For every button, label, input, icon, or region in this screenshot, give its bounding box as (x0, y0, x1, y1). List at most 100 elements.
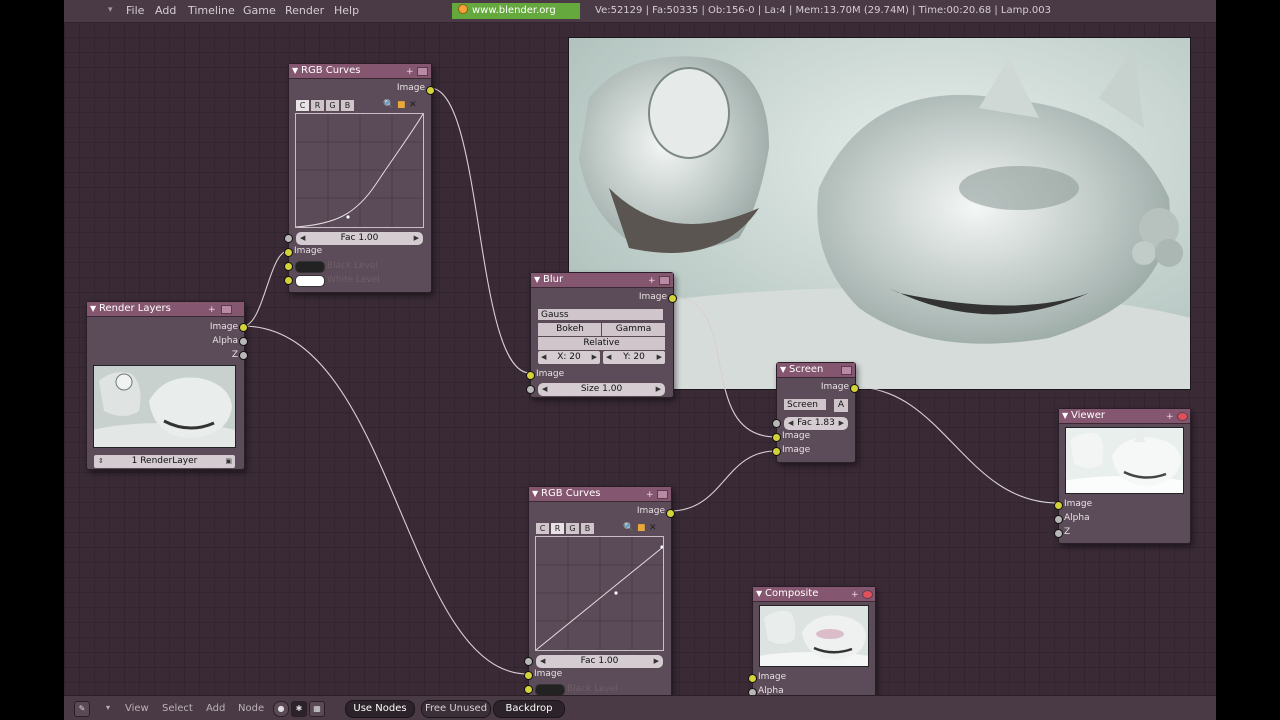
node-options-icon[interactable] (659, 276, 670, 285)
texture-nodes-icon[interactable]: ▦ (309, 701, 325, 717)
fac-slider[interactable]: ◀ Fac 1.00 ▶ (295, 231, 424, 246)
node-header[interactable]: ▼ Blur + (531, 273, 673, 288)
fac-slider[interactable]: ◀ Fac 1.83 ▶ (783, 416, 849, 431)
output-alpha-socket[interactable] (239, 337, 248, 346)
reset-curve-icon[interactable]: ✕ (649, 523, 657, 533)
active-viewer-icon[interactable] (1177, 412, 1188, 421)
node-header[interactable]: ▼ Composite + (753, 587, 875, 602)
node-options-icon[interactable] (841, 366, 852, 375)
collapse-triangle-icon[interactable]: ▼ (532, 487, 538, 501)
black-level-socket[interactable] (284, 262, 293, 271)
output-image-socket[interactable] (239, 323, 248, 332)
fac-socket[interactable] (524, 657, 533, 666)
node-header[interactable]: ▼ Viewer + (1059, 409, 1190, 424)
collapse-triangle-icon[interactable]: ▼ (292, 64, 298, 78)
preview-toggle-icon[interactable]: + (648, 274, 656, 288)
input-alpha-socket[interactable] (1054, 515, 1063, 524)
node-header[interactable]: ▼ RGB Curves + (529, 487, 671, 502)
size-slider[interactable]: ◀ Size 1.00 ▶ (537, 382, 666, 397)
channel-g-button[interactable]: G (565, 522, 580, 535)
blur-x-field[interactable]: ◀ X: 20 ▶ (537, 350, 601, 365)
preview-toggle-icon[interactable]: + (1166, 410, 1174, 424)
reset-curve-icon[interactable]: ✕ (409, 100, 417, 110)
node-header[interactable]: ▼ Render Layers + (87, 302, 244, 317)
zoom-icon[interactable]: 🔍 (623, 523, 634, 533)
fac-socket[interactable] (772, 419, 781, 428)
channel-b-button[interactable]: B (340, 99, 355, 112)
curve-editor[interactable] (535, 536, 664, 651)
input-image-2-socket[interactable] (772, 447, 781, 456)
node-options-icon[interactable] (417, 67, 428, 76)
filter-type-dropdown[interactable]: Gauss (537, 308, 664, 321)
channel-c-button[interactable]: C (535, 522, 550, 535)
output-image-socket[interactable] (850, 384, 859, 393)
node-rgb-curves-2[interactable]: ▼ RGB Curves + Image C R G B 🔍 ■ ✕ ◀ Fac… (524, 486, 675, 697)
node-viewer[interactable]: ▼ Viewer + Image Alpha Z (1054, 408, 1191, 544)
editor-type-icon[interactable]: ✎ (74, 701, 90, 717)
menu-view[interactable]: View (125, 703, 149, 714)
preview-toggle-icon[interactable]: + (851, 588, 859, 602)
channel-r-button[interactable]: R (310, 99, 325, 112)
blend-mode-dropdown[interactable]: Screen (783, 398, 827, 411)
menu-add[interactable]: Add (206, 703, 225, 714)
menu-node[interactable]: Node (238, 703, 264, 714)
zoom-icon[interactable]: 🔍 (383, 100, 394, 110)
input-image-socket[interactable] (524, 671, 533, 680)
fac-socket[interactable] (284, 234, 293, 243)
preview-toggle-icon[interactable]: + (406, 65, 414, 79)
node-composite[interactable]: ▼ Composite + Image Alpha (748, 586, 876, 697)
gamma-toggle[interactable]: Gamma (601, 322, 666, 337)
size-socket[interactable] (526, 385, 535, 394)
preview-toggle-icon[interactable]: + (208, 303, 216, 317)
input-image-socket[interactable] (284, 248, 293, 257)
bokeh-toggle[interactable]: Bokeh (537, 322, 603, 337)
input-z-socket[interactable] (1054, 529, 1063, 538)
channel-g-button[interactable]: G (325, 99, 340, 112)
input-image-1-socket[interactable] (772, 433, 781, 442)
node-screen-mix[interactable]: ▼ Screen Image Screen A ◀ Fac 1.83 ▶ Image… (772, 362, 859, 463)
input-image-socket[interactable] (748, 674, 757, 683)
channel-b-button[interactable]: B (580, 522, 595, 535)
input-image-socket[interactable] (1054, 501, 1063, 510)
menu-select[interactable]: Select (162, 703, 193, 714)
node-blur[interactable]: ▼ Blur + Image Gauss Bokeh Gamma Relativ… (526, 272, 677, 398)
use-nodes-toggle[interactable]: Use Nodes (345, 700, 415, 718)
output-image-socket[interactable] (668, 294, 677, 303)
shader-nodes-icon[interactable]: ● (273, 701, 289, 717)
alpha-toggle[interactable]: A (833, 398, 849, 413)
node-options-icon[interactable] (221, 305, 232, 314)
menu-collapse-icon[interactable]: ▾ (106, 703, 110, 712)
curve-editor[interactable] (295, 113, 424, 228)
blur-y-field[interactable]: ◀ Y: 20 ▶ (602, 350, 666, 365)
composite-nodes-icon[interactable]: ✱ (291, 701, 307, 717)
relative-toggle[interactable]: Relative (537, 336, 666, 351)
preview-toggle-icon[interactable]: + (646, 488, 654, 502)
node-rgb-curves-1[interactable]: ▼ RGB Curves + Image C R G B 🔍 ■ ✕ ◀ Fac… (284, 63, 435, 293)
collapse-triangle-icon[interactable]: ▼ (780, 363, 786, 377)
collapse-triangle-icon[interactable]: ▼ (756, 587, 762, 601)
output-image-socket[interactable] (426, 86, 435, 95)
backdrop-toggle[interactable]: Backdrop (493, 700, 565, 718)
collapse-triangle-icon[interactable]: ▼ (1062, 409, 1068, 423)
channel-c-button[interactable]: C (295, 99, 310, 112)
collapse-triangle-icon[interactable]: ▼ (90, 302, 96, 316)
fac-slider[interactable]: ◀ Fac 1.00 ▶ (535, 654, 664, 669)
black-level-socket[interactable] (524, 685, 533, 694)
free-unused-toggle[interactable]: Free Unused (421, 700, 491, 718)
node-options-icon[interactable] (657, 490, 668, 499)
node-header[interactable]: ▼ RGB Curves + (289, 64, 431, 79)
node-render-layers[interactable]: ▼ Render Layers + Image Alpha Z ⇕ 1 Rend… (86, 301, 248, 470)
input-image-socket[interactable] (526, 371, 535, 380)
clip-icon[interactable]: ■ (637, 523, 646, 533)
channel-r-button[interactable]: R (550, 522, 565, 535)
render-layer-selector[interactable]: ⇕ 1 RenderLayer ▣ (93, 454, 236, 469)
white-level-socket[interactable] (284, 276, 293, 285)
node-options-icon[interactable] (862, 590, 873, 599)
black-level-swatch[interactable] (295, 261, 325, 273)
collapse-triangle-icon[interactable]: ▼ (534, 273, 540, 287)
node-header[interactable]: ▼ Screen (777, 363, 855, 378)
output-z-socket[interactable] (239, 351, 248, 360)
clip-icon[interactable]: ■ (397, 100, 406, 110)
white-level-swatch[interactable] (295, 275, 325, 287)
output-image-socket[interactable] (666, 509, 675, 518)
